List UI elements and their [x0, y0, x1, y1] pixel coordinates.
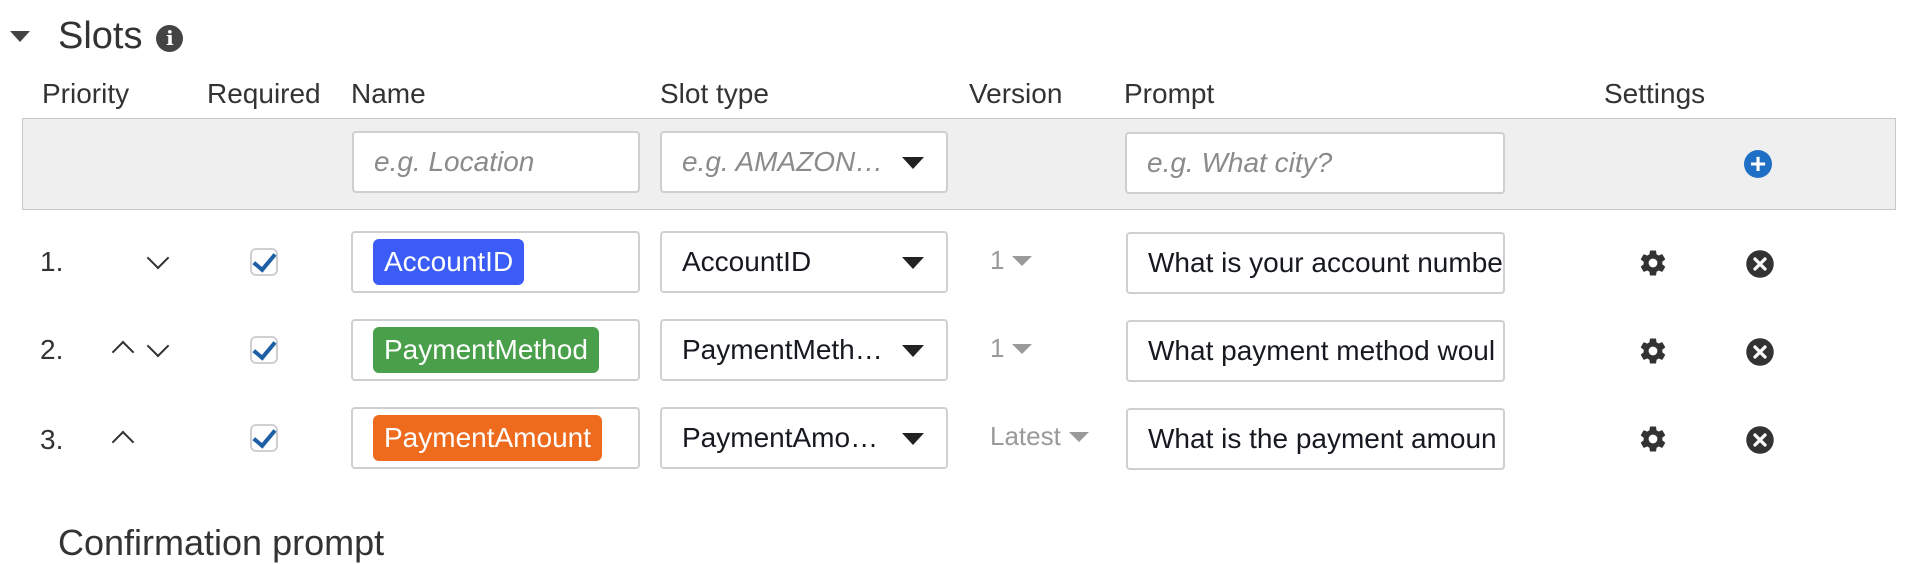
- version-select[interactable]: 1: [990, 245, 1033, 276]
- move-down-icon[interactable]: [146, 246, 170, 270]
- slot-name-field[interactable]: PaymentMethod: [351, 319, 640, 381]
- column-header-name: Name: [351, 78, 426, 109]
- version-value: 1: [990, 245, 1005, 275]
- plus-circle-icon[interactable]: +: [1744, 150, 1772, 178]
- gear-icon[interactable]: [1638, 248, 1668, 278]
- column-header-slot-type: Slot type: [660, 78, 769, 109]
- row-number: 1.: [40, 246, 64, 277]
- slot-type-select[interactable]: PaymentMeth…: [660, 319, 948, 381]
- slot-type-select[interactable]: PaymentAmo…: [660, 407, 948, 469]
- slot-type-value: PaymentMeth…: [682, 334, 883, 365]
- slot-type-value: AccountID: [682, 246, 812, 277]
- slot-prompt-input[interactable]: What is the payment amoun: [1126, 408, 1505, 470]
- version-value: Latest: [990, 421, 1061, 451]
- checkmark-icon: [251, 423, 277, 449]
- slot-name-field[interactable]: AccountID: [351, 231, 640, 293]
- required-checkbox[interactable]: [250, 247, 278, 276]
- gear-icon[interactable]: [1638, 424, 1668, 454]
- slot-prompt-input[interactable]: What payment method woul: [1126, 320, 1505, 382]
- slot-name-badge: PaymentAmount: [373, 415, 602, 461]
- new-slot-row: [22, 118, 1896, 210]
- new-slot-name-input[interactable]: e.g. Location: [352, 131, 640, 193]
- section-title: Slots: [58, 14, 143, 57]
- slots-section-header[interactable]: Slots i: [0, 6, 184, 66]
- version-caret-icon: [1012, 343, 1033, 354]
- new-slot-prompt-input[interactable]: e.g. What city?: [1125, 132, 1505, 194]
- dropdown-arrow-icon: [902, 157, 924, 169]
- caret-down-icon[interactable]: [10, 30, 30, 42]
- new-slot-type-select[interactable]: e.g. AMAZON…: [660, 131, 948, 193]
- gear-icon[interactable]: [1638, 336, 1668, 366]
- column-header-version: Version: [969, 78, 1063, 109]
- row-number: 2.: [40, 334, 64, 365]
- confirmation-prompt-header[interactable]: Confirmation prompt: [58, 522, 384, 564]
- dropdown-arrow-icon: [902, 257, 924, 269]
- prompt-placeholder: e.g. What city?: [1147, 147, 1333, 178]
- checkmark-icon: [251, 247, 277, 273]
- name-placeholder: e.g. Location: [374, 146, 535, 177]
- required-checkbox[interactable]: [250, 335, 278, 364]
- row-number: 3.: [40, 424, 64, 455]
- slot-prompt-value: What is the payment amoun: [1148, 423, 1497, 454]
- slot-prompt-input[interactable]: What is your account numbe: [1126, 232, 1505, 294]
- close-icon[interactable]: [1745, 425, 1775, 455]
- move-up-icon[interactable]: [111, 340, 135, 364]
- slot-name-badge: PaymentMethod: [373, 327, 599, 373]
- column-header-prompt: Prompt: [1124, 78, 1215, 109]
- checkmark-icon: [251, 335, 277, 361]
- close-icon[interactable]: [1745, 337, 1775, 367]
- column-header-priority: Priority: [42, 78, 130, 109]
- slot-name-badge: AccountID: [373, 239, 525, 285]
- dropdown-arrow-icon: [902, 345, 924, 357]
- slot-prompt-value: What payment method woul: [1148, 335, 1496, 366]
- move-down-icon[interactable]: [146, 334, 170, 358]
- slot-prompt-value: What is your account numbe: [1148, 247, 1503, 278]
- version-select[interactable]: 1: [990, 333, 1033, 364]
- move-up-icon[interactable]: [111, 430, 135, 454]
- version-value: 1: [990, 333, 1005, 363]
- close-icon[interactable]: [1745, 249, 1775, 279]
- slot-name-field[interactable]: PaymentAmount: [351, 407, 640, 469]
- version-caret-icon: [1012, 255, 1033, 266]
- column-header-settings: Settings: [1604, 78, 1706, 109]
- info-icon[interactable]: i: [156, 24, 184, 52]
- slot-type-select[interactable]: AccountID: [660, 231, 948, 293]
- dropdown-arrow-icon: [902, 433, 924, 445]
- column-header-required: Required: [207, 78, 321, 109]
- slot-type-value: PaymentAmo…: [682, 422, 879, 453]
- version-select[interactable]: Latest: [990, 421, 1089, 452]
- slot-type-placeholder: e.g. AMAZON…: [682, 146, 884, 177]
- required-checkbox[interactable]: [250, 423, 278, 452]
- version-caret-icon: [1068, 431, 1089, 442]
